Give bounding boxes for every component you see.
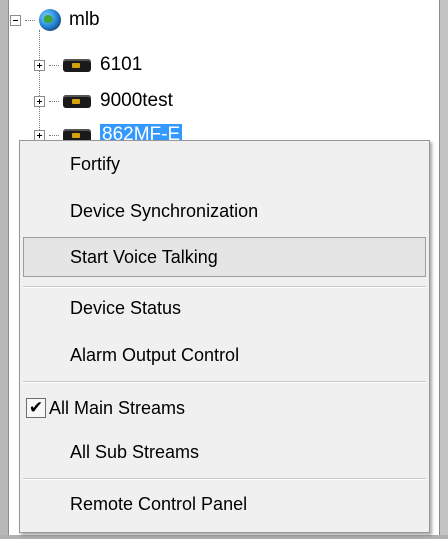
tree-node-label[interactable]: mlb <box>69 9 100 31</box>
expand-icon[interactable] <box>34 129 45 141</box>
menu-item-device-synchronization[interactable]: Device Synchronization <box>23 192 426 231</box>
tree-node-device[interactable]: 6101 <box>34 52 142 78</box>
menu-item-label: All Main Streams <box>49 398 186 418</box>
menu-item-label: Fortify <box>70 154 121 174</box>
menu-item-remote-control-panel[interactable]: Remote Control Panel <box>23 485 426 524</box>
device-tree[interactable]: mlb 6101 9000test 862MF-E <box>9 0 439 150</box>
collapse-icon[interactable] <box>10 14 21 26</box>
menu-separator <box>23 381 426 383</box>
tree-node-label[interactable]: 9000test <box>100 90 173 112</box>
tree-connector <box>49 100 59 102</box>
menu-item-fortify[interactable]: Fortify <box>23 145 426 184</box>
left-border <box>0 0 9 539</box>
expand-icon[interactable] <box>34 59 45 71</box>
dvr-device-icon <box>63 94 91 108</box>
tree-node-label[interactable]: 6101 <box>100 54 142 76</box>
menu-separator <box>23 286 426 288</box>
tree-connector <box>49 64 59 66</box>
bottom-border <box>0 535 448 539</box>
expand-icon[interactable] <box>34 95 45 107</box>
menu-item-all-main-streams[interactable]: ✔ All Main Streams <box>23 389 426 428</box>
tree-node-device[interactable]: 9000test <box>34 88 173 114</box>
menu-item-label: Alarm Output Control <box>70 345 240 365</box>
right-border <box>439 0 448 539</box>
tree-node-root[interactable]: mlb <box>10 7 100 33</box>
menu-item-all-sub-streams[interactable]: All Sub Streams <box>23 433 426 472</box>
context-menu: Fortify Device Synchronization Start Voi… <box>19 140 430 533</box>
menu-separator <box>23 478 426 480</box>
menu-item-label: Device Status <box>70 298 182 318</box>
globe-icon <box>39 9 61 31</box>
menu-item-label: All Sub Streams <box>70 442 200 462</box>
menu-item-label: Remote Control Panel <box>70 494 248 514</box>
tree-connector <box>25 19 35 21</box>
check-icon: ✔ <box>26 398 46 418</box>
dvr-device-icon <box>63 58 91 72</box>
menu-item-alarm-output-control[interactable]: Alarm Output Control <box>23 336 426 375</box>
tree-connector <box>49 134 59 136</box>
menu-item-device-status[interactable]: Device Status <box>23 289 426 328</box>
menu-item-start-voice-talking[interactable]: Start Voice Talking <box>23 237 426 277</box>
menu-item-label: Device Synchronization <box>70 201 259 221</box>
menu-item-label: Start Voice Talking <box>70 246 218 267</box>
